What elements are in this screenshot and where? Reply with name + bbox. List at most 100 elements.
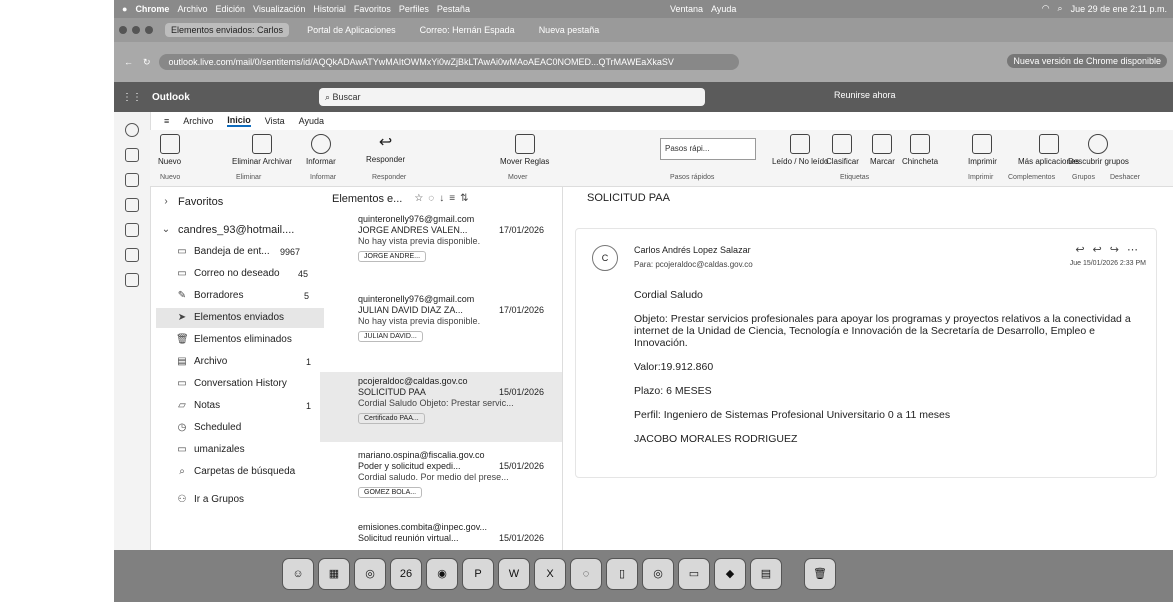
files-icon[interactable] — [125, 198, 139, 212]
app-icon[interactable]: ◎ — [642, 558, 674, 590]
notes-icon[interactable]: ▯ — [606, 558, 638, 590]
menu-historial[interactable]: Historial — [313, 4, 346, 14]
menu-chrome[interactable]: Chrome — [135, 4, 169, 14]
tab-correo[interactable]: Correo: Hernán Espada — [414, 23, 521, 37]
calendar-icon[interactable] — [125, 148, 139, 162]
calendar-icon[interactable]: 26 — [390, 558, 422, 590]
attachment-chip[interactable]: JORGE ANDRE... — [358, 251, 427, 262]
zoom-window-button[interactable] — [145, 26, 153, 34]
folder-scheduled[interactable]: ◷ Scheduled — [176, 418, 242, 438]
messages-icon[interactable]: ◌ — [570, 558, 602, 590]
tab-nueva[interactable]: Nueva pestaña — [533, 23, 606, 37]
message-item[interactable]: quinteronelly976@gmail.com JORGE ANDRES … — [320, 214, 562, 276]
quick-steps-dropdown[interactable]: Pasos rápi... — [660, 138, 756, 160]
finder-icon[interactable]: ☺ — [282, 558, 314, 590]
meet-now-button[interactable]: Reunirse ahora — [834, 90, 896, 100]
pin-button[interactable]: Chincheta — [902, 134, 938, 166]
hamburger-icon[interactable]: ≡ — [164, 116, 169, 126]
folder-conversation-history[interactable]: ▭ Conversation History — [176, 374, 287, 394]
categorize-button[interactable]: Clasificar — [826, 134, 859, 166]
datetime[interactable]: Jue 29 de ene 2:11 p.m. — [1071, 4, 1167, 14]
discover-groups-button[interactable]: Descubrir grupos — [1068, 134, 1129, 166]
apps-icon[interactable] — [125, 273, 139, 287]
teams-icon[interactable] — [125, 248, 139, 262]
body-line: JACOBO MORALES RODRIGUEZ — [634, 433, 798, 445]
folder-carpetas-busqueda[interactable]: ⌕ Carpetas de búsqueda — [176, 462, 295, 482]
sender-name[interactable]: Carlos Andrés Lopez Salazar — [634, 245, 751, 255]
print-button[interactable]: Imprimir — [968, 134, 997, 166]
reply-button[interactable]: ↩ Responder — [366, 134, 405, 164]
tab-archivo[interactable]: Archivo — [183, 116, 213, 126]
move-rules-button[interactable]: Mover Reglas — [500, 134, 549, 166]
launchpad-icon[interactable]: ▦ — [318, 558, 350, 590]
close-window-button[interactable] — [119, 26, 127, 34]
chevron-down-icon: ⌄ — [161, 224, 171, 235]
wifi-icon[interactable]: ◠ — [1042, 3, 1050, 14]
new-version-button[interactable]: Nueva versión de Chrome disponible — [1007, 54, 1167, 68]
todo-icon[interactable] — [125, 223, 139, 237]
message-item[interactable]: emisiones.combita@inpec.gov... Solicitud… — [320, 522, 562, 550]
people-icon[interactable] — [125, 173, 139, 187]
read-unread-button[interactable]: Leído / No leído — [772, 134, 828, 166]
folder-elementos-enviados[interactable]: ➤ Elementos enviados — [156, 308, 324, 328]
attachment-chip[interactable]: Certificado PAA... — [358, 413, 425, 424]
tab-inicio[interactable]: Inicio — [227, 115, 251, 127]
attachment-chip[interactable]: GOMEZ BOLA... — [358, 487, 423, 498]
trash-icon[interactable]: 🗑 — [804, 558, 836, 590]
clock-icon: ◷ — [177, 422, 187, 433]
account-header[interactable]: ⌄ candres_93@hotmail.... — [160, 220, 295, 240]
list-toolbar-icons[interactable]: ☆◌↓≡⇅ — [414, 186, 473, 212]
tab-elementos-enviados[interactable]: Elementos enviados: Carlos — [165, 23, 290, 37]
menu-archivo[interactable]: Archivo — [177, 4, 207, 14]
url-field[interactable]: outlook.live.com/mail/0/sentitems/id/AQQ… — [158, 54, 739, 70]
app-icon[interactable]: ▤ — [750, 558, 782, 590]
junk-icon: ▭ — [177, 268, 187, 279]
folder-archivo[interactable]: ▤ Archivo 1 — [176, 352, 311, 372]
folder-borradores[interactable]: ✎ Borradores 5 — [176, 286, 309, 306]
folder-umanizales[interactable]: ▭ umanizales — [176, 440, 244, 460]
avatar[interactable]: C — [592, 245, 618, 271]
tab-ayuda[interactable]: Ayuda — [299, 116, 324, 126]
menu-ayuda[interactable]: Ayuda — [711, 4, 736, 14]
minimize-window-button[interactable] — [132, 26, 140, 34]
menu-visualizacion[interactable]: Visualización — [253, 4, 305, 14]
menu-pestana[interactable]: Pestaña — [437, 4, 470, 14]
word-icon[interactable]: W — [498, 558, 530, 590]
message-item[interactable]: mariano.ospina@fiscalia.gov.co Poder y s… — [320, 450, 562, 512]
app-launcher-icon[interactable]: ⋮⋮ — [122, 92, 142, 103]
mail-icon[interactable] — [125, 123, 139, 137]
folder-elementos-eliminados[interactable]: 🗑 Elementos eliminados — [176, 330, 292, 350]
search-icon[interactable]: ⌕ — [1058, 3, 1063, 14]
tab-portal[interactable]: Portal de Aplicaciones — [301, 23, 402, 37]
favorites-header[interactable]: › Favoritos — [160, 192, 223, 212]
menu-favoritos[interactable]: Favoritos — [354, 4, 391, 14]
search-folder-icon: ⌕ — [179, 466, 185, 477]
message-item-selected[interactable]: pcojeraldoc@caldas.gov.co SOLICITUD PAA 1… — [320, 372, 562, 442]
app-icon[interactable]: ▭ — [678, 558, 710, 590]
reload-icon[interactable]: ↻ — [143, 57, 151, 68]
flag-button[interactable]: Marcar — [870, 134, 895, 166]
send-icon: ➤ — [177, 312, 187, 323]
folder-notas[interactable]: ▱ Notas 1 — [176, 396, 311, 416]
back-icon[interactable]: ← — [124, 57, 133, 67]
report-button[interactable]: Informar — [306, 134, 336, 166]
reply-actions[interactable]: ↩↩↪⋯ — [1075, 243, 1146, 256]
new-mail-button[interactable]: Nuevo — [158, 134, 181, 166]
delete-archive-button[interactable]: Eliminar Archivar — [232, 134, 292, 166]
search-input[interactable]: ⌕ Buscar — [319, 88, 705, 106]
menu-perfiles[interactable]: Perfiles — [399, 4, 429, 14]
safari-icon[interactable]: ◎ — [354, 558, 386, 590]
excel-icon[interactable]: X — [534, 558, 566, 590]
attachment-chip[interactable]: JULIAN DAVID... — [358, 331, 423, 342]
go-to-groups-link[interactable]: ⚇ Ir a Grupos — [176, 490, 245, 510]
apple-icon[interactable]: ● — [122, 4, 127, 14]
powerpoint-icon[interactable]: P — [462, 558, 494, 590]
folder-bandeja[interactable]: ▭ Bandeja de ent... 9967 — [176, 242, 300, 262]
tab-vista[interactable]: Vista — [265, 116, 285, 126]
app-icon[interactable]: ◆ — [714, 558, 746, 590]
chrome-icon[interactable]: ◉ — [426, 558, 458, 590]
menu-ventana[interactable]: Ventana — [670, 4, 703, 14]
message-item[interactable]: quinteronelly976@gmail.com JULIAN DAVID … — [320, 294, 562, 356]
folder-correo-no-deseado[interactable]: ▭ Correo no deseado 45 — [176, 264, 308, 284]
menu-edicion[interactable]: Edición — [215, 4, 245, 14]
